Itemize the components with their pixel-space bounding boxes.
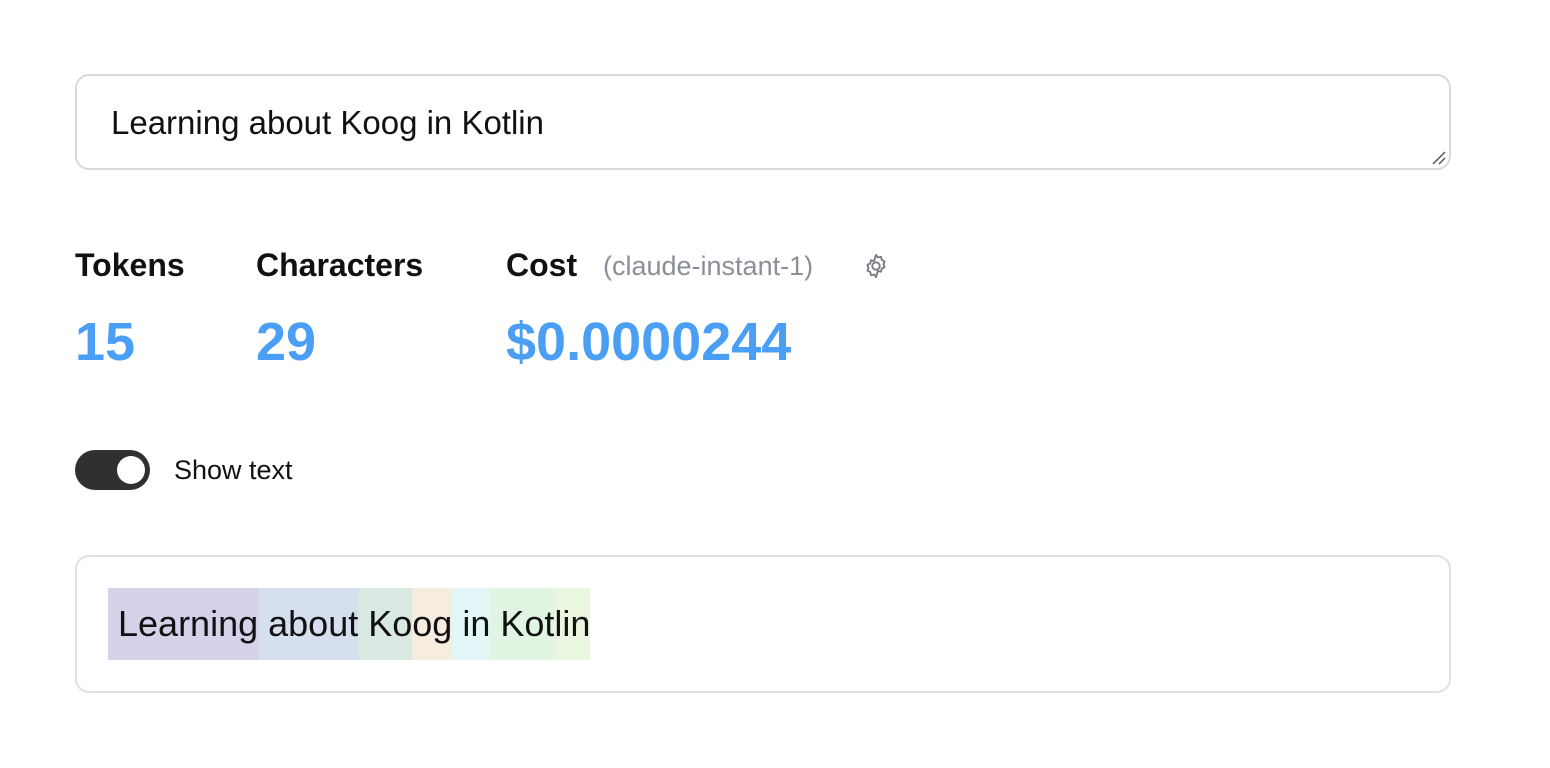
prompt-input[interactable]: Learning about Koog in Kotlin — [75, 74, 1451, 170]
token-chip: Ko — [358, 588, 413, 660]
token-visualization: Learning about Ko og in Kot lin — [75, 555, 1451, 693]
tokens-stat: Tokens 15 — [75, 244, 185, 372]
tokens-label: Tokens — [75, 247, 185, 283]
characters-label: Characters — [256, 247, 424, 283]
token-chip: Kot — [490, 588, 555, 660]
gear-icon[interactable] — [862, 252, 890, 280]
token-chip: Learning — [108, 588, 259, 660]
token-chip: og — [412, 588, 453, 660]
resize-handle-icon[interactable] — [1430, 149, 1446, 165]
show-text-label: Show text — [174, 455, 293, 485]
tokens-value: 15 — [75, 312, 136, 372]
show-text-toggle[interactable] — [75, 450, 150, 490]
token-chip: about — [258, 588, 359, 660]
show-text-row: Show text — [75, 450, 475, 490]
characters-value: 29 — [256, 312, 317, 372]
tokenizer-page: Learning about Koog in Kotlin Tokens 15 … — [0, 0, 1550, 768]
cost-label: Cost — [506, 247, 578, 283]
cost-model-name: (claude-instant-1) — [603, 251, 814, 281]
cost-stat: Cost (claude-instant-1) $0.0000244 — [506, 244, 886, 372]
token-chip: in — [452, 588, 491, 660]
characters-stat: Characters 29 — [256, 244, 424, 372]
token-list: Learning about Ko og in Kot lin — [108, 588, 591, 660]
cost-value: $0.0000244 — [506, 312, 792, 372]
prompt-input-text[interactable]: Learning about Koog in Kotlin — [111, 103, 544, 143]
stats-panel: Tokens 15 Characters 29 Cost (claude-ins… — [75, 244, 975, 384]
token-chip: lin — [554, 588, 591, 660]
toggle-knob[interactable] — [117, 456, 145, 484]
